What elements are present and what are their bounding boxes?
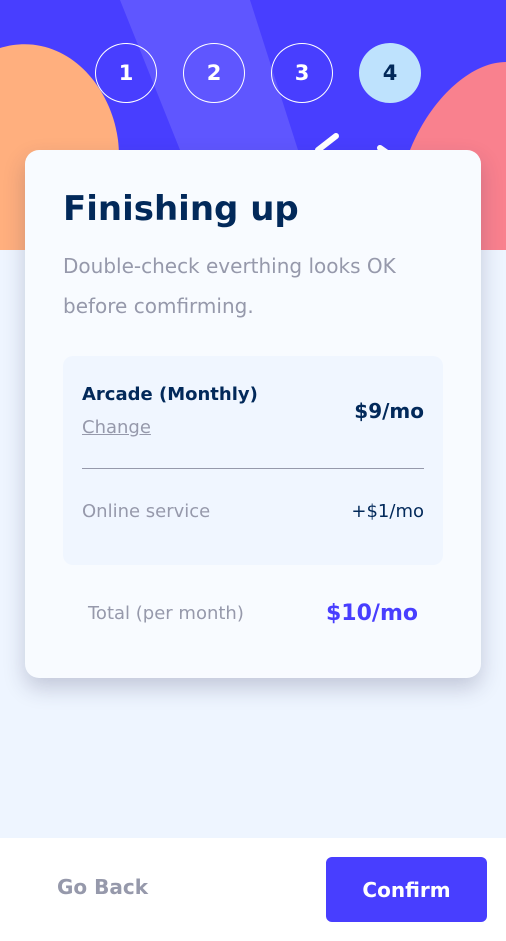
step-indicator: 1 2 3 4 [0, 43, 506, 103]
confirm-button[interactable]: Confirm [326, 857, 487, 922]
change-plan-link[interactable]: Change [82, 417, 151, 438]
addon-price: +$1/mo [351, 501, 424, 522]
total-label: Total (per month) [88, 603, 244, 624]
page-subtitle: Double-check everthing looks OK before c… [63, 254, 396, 318]
plan-name: Arcade (Monthly) [82, 384, 258, 405]
step-2[interactable]: 2 [183, 43, 245, 103]
summary-card: Finishing up Double-check everthing look… [25, 150, 481, 678]
order-summary: Arcade (Monthly) Change $9/mo Online ser… [63, 356, 443, 565]
page-title: Finishing up [63, 189, 299, 229]
total-price: $10/mo [326, 601, 418, 626]
plan-info: Arcade (Monthly) Change [82, 384, 258, 438]
addon-row: Online service +$1/mo [82, 501, 424, 522]
plan-row: Arcade (Monthly) Change $9/mo [82, 384, 424, 469]
total-row: Total (per month) $10/mo [63, 601, 443, 626]
addon-name: Online service [82, 501, 211, 522]
step-3[interactable]: 3 [271, 43, 333, 103]
step-1[interactable]: 1 [95, 43, 157, 103]
step-4[interactable]: 4 [359, 43, 421, 103]
footer-bar: Go Back Confirm [0, 838, 506, 941]
plan-price: $9/mo [354, 399, 424, 423]
go-back-button[interactable]: Go Back [57, 875, 148, 899]
